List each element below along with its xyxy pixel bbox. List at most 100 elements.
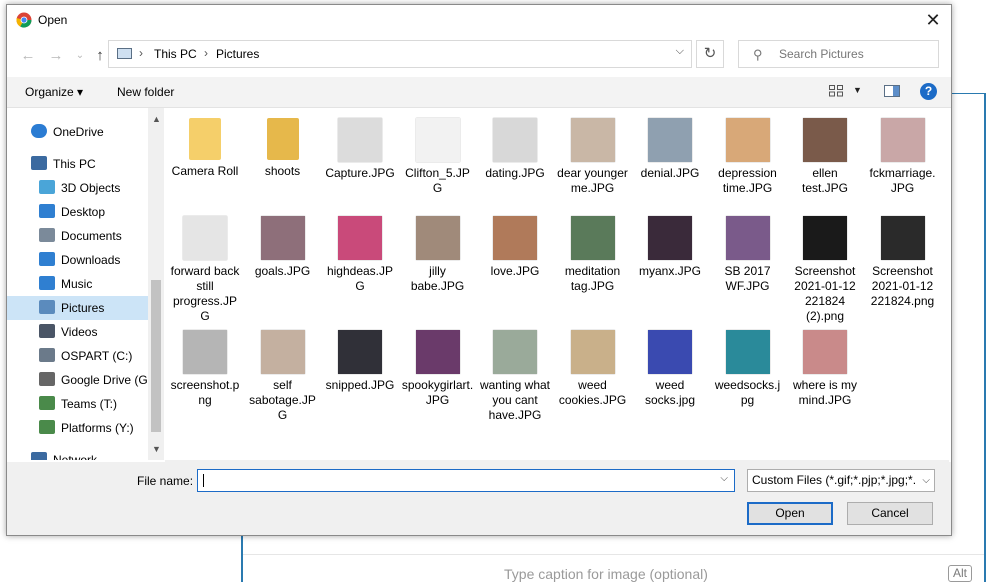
cube-icon — [39, 180, 55, 194]
nav-item[interactable]: Music — [7, 272, 149, 296]
file-item[interactable]: Camera Roll — [169, 118, 241, 179]
nav-item[interactable]: Network — [7, 448, 149, 460]
file-item[interactable]: love.JPG — [479, 216, 551, 279]
nav-item[interactable]: Desktop — [7, 200, 149, 224]
nav-item-label: Platforms (Y:) — [61, 421, 134, 435]
file-item[interactable]: fckmarriage.JPG — [867, 118, 939, 196]
view-options-icon[interactable] — [829, 85, 844, 97]
new-folder-button[interactable]: New folder — [117, 85, 174, 99]
file-item[interactable]: goals.JPG — [247, 216, 319, 279]
image-thumbnail — [803, 330, 847, 374]
file-item[interactable]: meditation tag.JPG — [557, 216, 629, 294]
file-item[interactable]: snipped.JPG — [324, 330, 396, 393]
file-item[interactable]: highdeas.JPG — [324, 216, 396, 294]
image-caption-input[interactable]: Type caption for image (optional) — [504, 566, 708, 582]
alt-text-button[interactable]: Alt — [948, 565, 973, 582]
file-item[interactable]: myanx.JPG — [634, 216, 706, 279]
file-item[interactable]: Screenshot 2021-01-12 221824.png — [867, 216, 939, 309]
scroll-up-icon[interactable]: ▲ — [152, 114, 161, 124]
folder-icon — [189, 118, 221, 160]
image-thumbnail — [648, 118, 692, 162]
search-input[interactable]: ⚲ Search Pictures — [738, 40, 939, 68]
preview-pane-icon[interactable] — [884, 85, 900, 97]
file-item[interactable]: Capture.JPG — [324, 118, 396, 181]
file-name: spookygirlart.JPG — [401, 378, 474, 407]
file-item[interactable]: dear younger me.JPG — [557, 118, 629, 196]
address-bar[interactable]: › This PC › Pictures ⌵ — [108, 40, 692, 68]
file-name: highdeas.JPG — [326, 264, 394, 293]
file-name: dear younger me.JPG — [557, 166, 628, 195]
nav-item[interactable]: Teams (T:) — [7, 392, 149, 416]
image-thumbnail — [260, 216, 305, 260]
file-name: shoots — [264, 164, 301, 178]
file-item[interactable]: wanting what you cant have.JPG — [479, 330, 551, 423]
file-item[interactable]: shoots — [247, 118, 319, 179]
nav-item[interactable]: Pictures — [7, 296, 149, 320]
file-type-filter-value: Custom Files (*.gif;*.pjp;*.jpg;*. — [752, 473, 917, 487]
file-type-filter[interactable]: Custom Files (*.gif;*.pjp;*.jpg;*. ⌵ — [747, 469, 935, 492]
file-item[interactable]: screenshot.png — [169, 330, 241, 408]
nav-item[interactable]: Videos — [7, 320, 149, 344]
close-button[interactable]: ✕ — [921, 8, 945, 32]
nav-item-label: Documents — [61, 229, 122, 243]
nav-item[interactable]: This PC — [7, 152, 149, 176]
file-item[interactable]: weedsocks.jpg — [712, 330, 784, 408]
nav-item[interactable]: OneDrive — [7, 120, 149, 144]
nav-item[interactable]: Google Drive (G: — [7, 368, 151, 392]
file-item[interactable]: weed cookies.JPG — [557, 330, 629, 408]
image-thumbnail — [183, 330, 227, 374]
nav-item[interactable]: 3D Objects — [7, 176, 149, 200]
file-item[interactable]: Clifton_5.JPG — [402, 118, 474, 196]
file-item[interactable]: dating.JPG — [479, 118, 551, 181]
image-thumbnail — [648, 216, 692, 260]
forward-arrow-icon[interactable]: → — [47, 47, 65, 64]
scrollbar-thumb[interactable] — [151, 280, 161, 432]
breadcrumb-pictures[interactable]: Pictures — [216, 47, 259, 61]
cancel-button[interactable]: Cancel — [847, 502, 933, 525]
nav-item-label: Pictures — [61, 301, 105, 315]
file-name: love.JPG — [490, 264, 540, 278]
command-toolbar: Organize ▾ New folder ▼ ? — [7, 77, 951, 108]
file-item[interactable]: Screenshot 2021-01-12 221824 (2).png — [789, 216, 861, 324]
file-item[interactable]: jilly babe.JPG — [402, 216, 474, 294]
chevron-down-icon[interactable]: ⌵ — [676, 45, 684, 58]
image-thumbnail — [415, 216, 460, 260]
file-item[interactable]: denial.JPG — [634, 118, 706, 181]
nav-item-label: Videos — [61, 325, 98, 339]
nav-item[interactable]: Downloads — [7, 248, 149, 272]
nav-item[interactable]: Documents — [7, 224, 149, 248]
chevron-down-icon[interactable]: ▼ — [853, 85, 862, 95]
file-name-input[interactable]: ⌵ — [197, 469, 735, 492]
back-arrow-icon[interactable]: ← — [19, 47, 37, 64]
file-item[interactable]: depression time.JPG — [712, 118, 784, 196]
open-button[interactable]: Open — [747, 502, 833, 525]
chevron-down-icon[interactable]: ⌵ — [720, 473, 728, 484]
recent-locations-icon[interactable]: ⌄ — [71, 50, 89, 61]
file-name: snipped.JPG — [325, 378, 395, 392]
scroll-down-icon[interactable]: ▼ — [152, 444, 161, 454]
file-name: Capture.JPG — [325, 166, 395, 180]
file-name: where is my mind.JPG — [792, 378, 857, 407]
nav-item[interactable]: Platforms (Y:) — [7, 416, 149, 440]
file-item[interactable]: forward back still progress.JPG — [169, 216, 241, 324]
image-thumbnail — [415, 330, 460, 374]
image-thumbnail — [415, 118, 460, 162]
navigation-pane-scrollbar[interactable]: ▲ ▼ — [148, 108, 164, 460]
organize-button[interactable]: Organize ▾ — [25, 85, 83, 99]
file-item[interactable]: where is my mind.JPG — [789, 330, 861, 408]
breadcrumb-this-pc[interactable]: This PC — [154, 47, 197, 61]
file-item[interactable]: self sabotage.JPG — [247, 330, 319, 423]
help-icon[interactable]: ? — [920, 83, 937, 100]
refresh-button[interactable]: ↻ — [696, 40, 724, 68]
file-item[interactable]: SB 2017 WF.JPG — [712, 216, 784, 294]
file-item[interactable]: ellen test.JPG — [789, 118, 861, 196]
download-icon — [39, 252, 55, 266]
pictures-icon — [39, 300, 55, 314]
nav-item-label: OneDrive — [53, 125, 104, 139]
file-item[interactable]: weed socks.jpg — [634, 330, 706, 408]
up-arrow-icon[interactable]: ↑ — [91, 47, 109, 64]
file-item[interactable]: spookygirlart.JPG — [402, 330, 474, 408]
nav-item[interactable]: OSPART (C:) — [7, 344, 149, 368]
image-thumbnail — [493, 216, 537, 260]
file-name: Screenshot 2021-01-12 221824.png — [870, 264, 935, 308]
